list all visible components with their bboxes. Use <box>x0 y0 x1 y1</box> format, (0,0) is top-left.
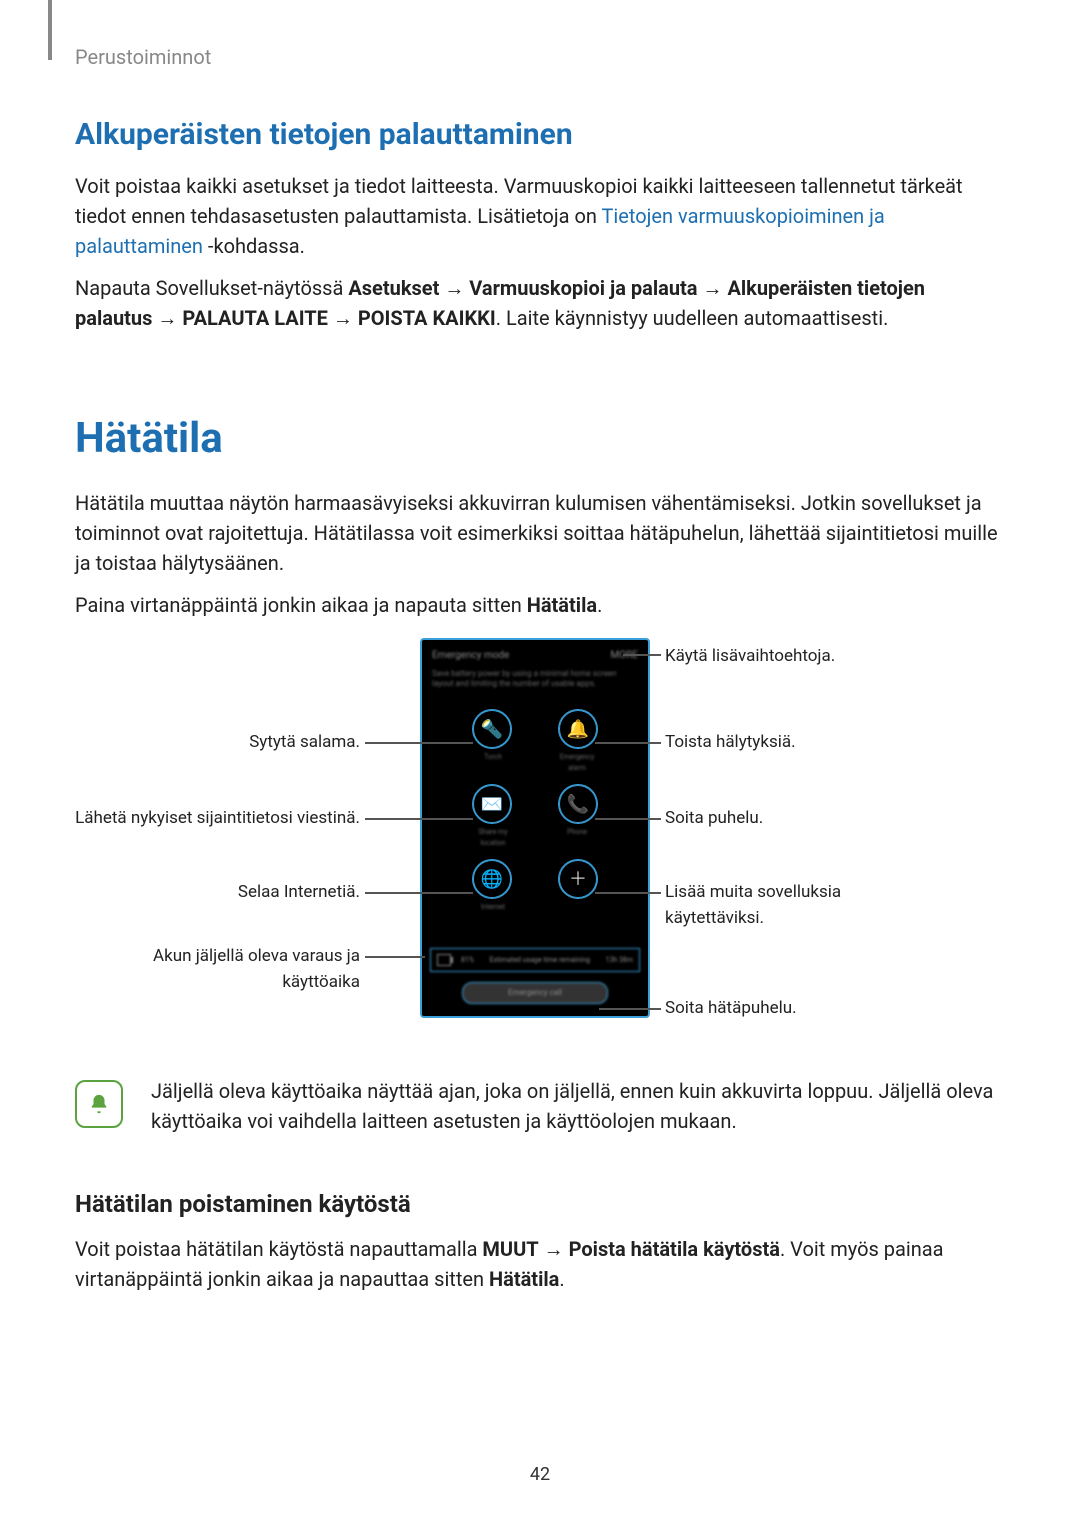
text: . Laite käynnistyy uudelleen automaattis… <box>496 306 889 330</box>
callout-location: Lähetä nykyiset sijaintitietosi viestinä… <box>75 806 360 832</box>
battery-status-bar: 81% Estimated usage time remaining 13h 3… <box>430 948 640 972</box>
callout-more: Käytä lisävaihtoehtoja. <box>665 644 835 670</box>
emergency-diagram: Emergency mode MORE Save battery power b… <box>75 638 1005 1048</box>
header-section-label: Perustoiminnot <box>75 42 1005 72</box>
text: → <box>539 1237 569 1261</box>
restore-paragraph-2: Napauta Sovellukset-näytössä Asetukset →… <box>75 273 1005 333</box>
heading-disable-emergency: Hätätilan poistaminen käytöstä <box>75 1186 1005 1222</box>
alarm-icon: 🔔 <box>559 710 597 748</box>
heading-restore: Alkuperäisten tietojen palauttaminen <box>75 112 1005 157</box>
callout-battery: Akun jäljellä oleva varaus ja käyttöaika <box>75 944 360 995</box>
battery-icon <box>437 954 451 966</box>
note-text: Jäljellä oleva käyttöaika näyttää ajan, … <box>151 1076 1005 1136</box>
bold: Hätätila <box>489 1267 559 1291</box>
emergency-p2: Paina virtanäppäintä jonkin aikaa ja nap… <box>75 590 1005 620</box>
phone-mock: Emergency mode MORE Save battery power b… <box>420 638 650 1018</box>
heading-emergency: Hätätila <box>75 407 1005 470</box>
restore-paragraph-1: Voit poistaa kaikki asetukset ja tiedot … <box>75 171 1005 261</box>
callout-call: Soita puhelu. <box>665 806 763 832</box>
text: Voit poistaa hätätilan käytöstä napautta… <box>75 1237 482 1261</box>
internet-icon: 🌐 <box>473 860 511 898</box>
disable-emergency-p: Voit poistaa hätätilan käytöstä napautta… <box>75 1234 1005 1294</box>
location-icon: ✉️ <box>473 785 511 823</box>
flashlight-icon: 🔦 <box>473 710 511 748</box>
note-bell-icon <box>75 1080 123 1128</box>
callout-emergency: Soita hätäpuhelu. <box>665 996 797 1022</box>
note-box: Jäljellä oleva käyttöaika näyttää ajan, … <box>75 1076 1005 1136</box>
callout-flash: Sytytä salama. <box>75 730 360 756</box>
page-number: 42 <box>0 1464 1080 1485</box>
bold: Hätätila <box>527 593 597 617</box>
phone-desc: Save battery power by using a minimal ho… <box>422 669 648 698</box>
emergency-call-button: Emergency call <box>462 982 608 1004</box>
text: -kohdassa. <box>203 234 305 258</box>
page-tab <box>48 0 52 60</box>
bold: Poista hätätila käytöstä <box>569 1237 780 1261</box>
page-content: Perustoiminnot Alkuperäisten tietojen pa… <box>0 0 1080 1294</box>
emergency-p1: Hätätila muuttaa näytön harmaasävyiseksi… <box>75 488 1005 578</box>
text: Napauta Sovellukset-näytössä <box>75 276 348 300</box>
callout-internet: Selaa Internetiä. <box>75 880 360 906</box>
text: Paina virtanäppäintä jonkin aikaa ja nap… <box>75 593 527 617</box>
text: . <box>559 1267 564 1291</box>
bold: MUUT <box>482 1237 538 1261</box>
text: . <box>597 593 602 617</box>
phone-icon: 📞 <box>559 785 597 823</box>
callout-add: Lisää muita sovelluksia käytettäviksi. <box>665 880 895 931</box>
plus-icon: ＋ <box>559 860 597 898</box>
callout-alarm: Toista hälytyksiä. <box>665 730 796 756</box>
